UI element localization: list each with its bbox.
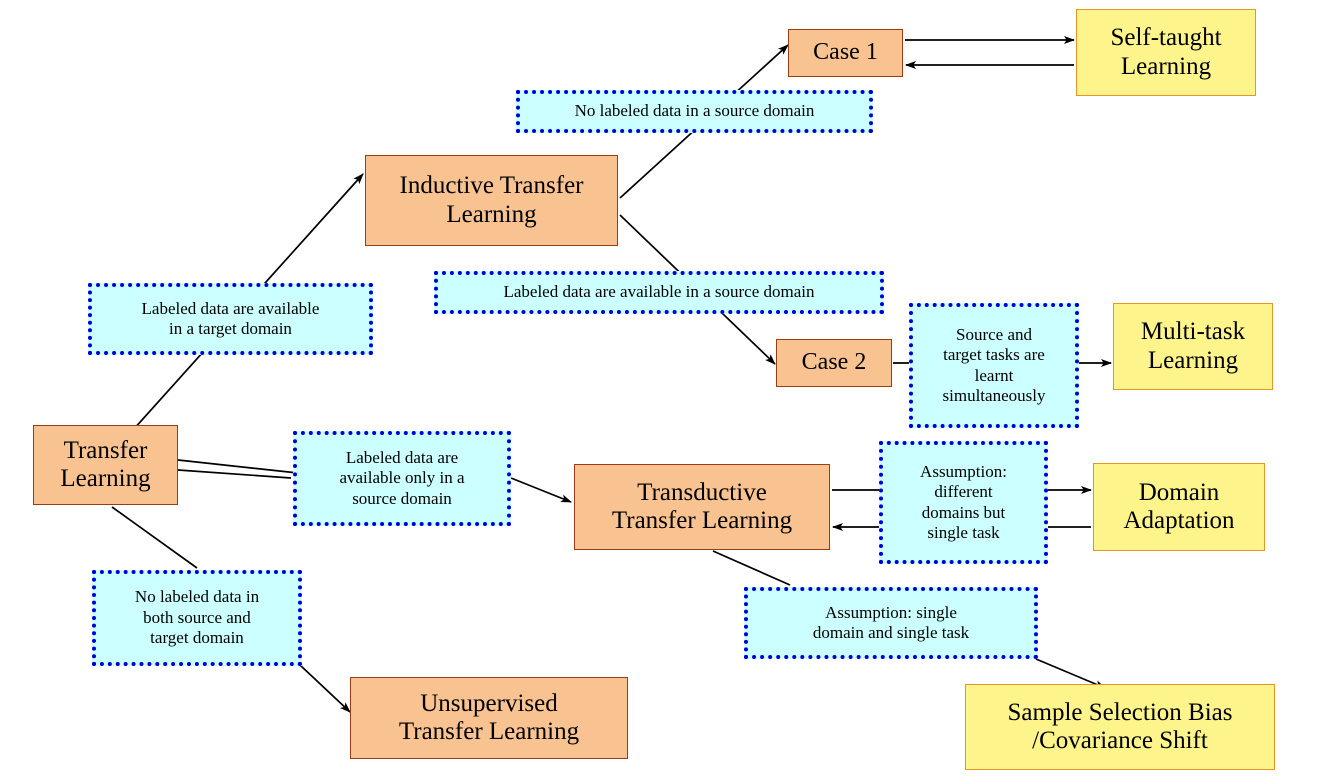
edge-cond-labeled-only-source-to-transductive (510, 477, 572, 503)
node-transfer-learning[interactable]: Transfer Learning (33, 425, 178, 505)
node-label-domain-adaptation: Domain Adaptation (1123, 478, 1235, 535)
node-transductive-transfer-learning[interactable]: Transductive Transfer Learning (574, 464, 830, 550)
node-self-taught-learning[interactable]: Self-taught Learning (1076, 9, 1256, 96)
edge-transductive-to-cond-single-domain (712, 550, 791, 586)
node-cond-source-target-tasks-learnt[interactable]: Source and target tasks are learnt simul… (909, 303, 1079, 428)
node-label-cond-no-labeled-both-domains: No labeled data in both source and targe… (134, 587, 260, 648)
node-label-multi-task-learning: Multi-task Learning (1140, 318, 1246, 374)
diagram-canvas: Transfer Learning Inductive Transfer Lear… (0, 0, 1338, 783)
node-label-transductive-transfer-learning: Transductive Transfer Learning (611, 478, 793, 535)
edge-tl-to-cond-no-labeled-both (111, 506, 198, 569)
node-label-cond-labeled-target-domain: Labeled data are available in a target d… (141, 298, 320, 338)
node-label-case-1: Case 1 (813, 39, 878, 66)
node-label-cond-different-domains-single-task: Assumption: different domains but single… (920, 461, 1007, 542)
edge-tl-to-cond-labeled-only-source (177, 469, 292, 479)
node-unsupervised-transfer-learning[interactable]: Unsupervised Transfer Learning (350, 677, 628, 759)
node-cond-no-labeled-source-domain[interactable]: No labeled data in a source domain (516, 90, 873, 133)
node-label-transfer-learning: Transfer Learning (60, 436, 151, 493)
node-cond-labeled-only-source-domain[interactable]: Labeled data are available only in a sou… (293, 431, 511, 526)
node-label-self-taught-learning: Self-taught Learning (1110, 24, 1222, 80)
node-label-cond-labeled-only-source-domain: Labeled data are available only in a sou… (339, 447, 465, 508)
node-label-sample-selection-bias: Sample Selection Bias /Covariance Shift (1007, 698, 1233, 755)
node-cond-different-domains-single-task[interactable]: Assumption: different domains but single… (879, 441, 1048, 564)
node-case-1[interactable]: Case 1 (788, 29, 903, 77)
node-inductive-transfer-learning[interactable]: Inductive Transfer Learning (365, 155, 618, 246)
node-label-cond-single-domain-single-task: Assumption: single domain and single tas… (812, 602, 970, 642)
node-label-cond-no-labeled-source-domain: No labeled data in a source domain (574, 101, 815, 121)
node-domain-adaptation[interactable]: Domain Adaptation (1093, 463, 1265, 551)
node-sample-selection-bias[interactable]: Sample Selection Bias /Covariance Shift (965, 684, 1275, 770)
node-cond-no-labeled-both-domains[interactable]: No labeled data in both source and targe… (92, 570, 302, 666)
edge-cond-no-labeled-both-to-unsupervised (299, 664, 351, 713)
node-cond-labeled-source-domain[interactable]: Labeled data are available in a source d… (434, 271, 884, 314)
node-label-case-2: Case 2 (801, 349, 867, 376)
node-label-unsupervised-transfer-learning: Unsupervised Transfer Learning (398, 689, 580, 746)
node-cond-single-domain-single-task[interactable]: Assumption: single domain and single tas… (744, 587, 1038, 659)
node-label-cond-labeled-source-domain: Labeled data are available in a source d… (503, 282, 815, 302)
node-case-2[interactable]: Case 2 (776, 339, 892, 387)
node-label-cond-source-target-tasks-learnt: Source and target tasks are learnt simul… (942, 324, 1046, 405)
node-cond-labeled-target-domain[interactable]: Labeled data are available in a target d… (88, 283, 373, 355)
node-multi-task-learning[interactable]: Multi-task Learning (1113, 303, 1273, 390)
node-label-inductive-transfer-learning: Inductive Transfer Learning (399, 172, 584, 228)
